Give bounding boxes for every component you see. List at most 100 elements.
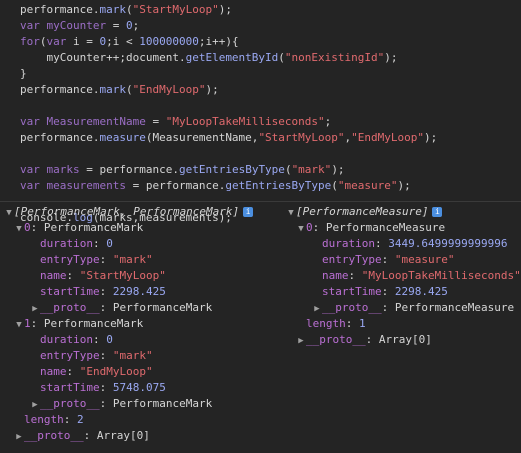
tree-text: name — [322, 269, 349, 282]
mark-1-starttime: startTime: 5748.075 — [0, 380, 282, 396]
triangle-down-icon[interactable]: ▼ — [4, 205, 14, 220]
tree-text: name — [40, 365, 67, 378]
code-token: ); — [218, 3, 232, 16]
tree-text: __proto__ — [322, 301, 382, 314]
tree-text: "mark" — [112, 349, 153, 362]
triangle-right-icon[interactable]: ▶ — [296, 333, 306, 348]
tree-text: 2298.425 — [394, 285, 448, 298]
measurements-proto[interactable]: ▶ __proto__: Array[0] — [282, 332, 521, 348]
triangle-right-icon[interactable]: ▶ — [30, 301, 40, 316]
marks-log-output: ▼ [PerformanceMark, PerformanceMark] i ▼ 0: … — [0, 204, 282, 444]
mark-0-proto[interactable]: ▶ __proto__: PerformanceMark — [0, 300, 282, 316]
measurements-log-output: ▼ [PerformanceMeasure] i ▼ 0: PerformanceMea… — [282, 204, 521, 348]
code-token: performance. — [20, 3, 100, 16]
tree-text: : — [99, 285, 113, 298]
tree-text: "mark" — [112, 253, 153, 266]
triangle-right-icon[interactable]: ▶ — [312, 301, 322, 316]
tree-text: length — [306, 317, 346, 330]
marks-proto[interactable]: ▶ __proto__: Array[0] — [0, 428, 282, 444]
measure-0-entrytype: entryType: "measure" — [282, 252, 521, 268]
triangle-down-icon[interactable]: ▼ — [14, 317, 24, 332]
code-token: "mark" — [291, 163, 332, 176]
code-token: getEntriesByType — [178, 163, 285, 176]
tree-text: name — [40, 269, 67, 282]
tree-text: : PerformanceMark — [30, 221, 144, 234]
code-line: var measurements = performance.getEntrie… — [20, 178, 521, 194]
triangle-right-icon[interactable]: ▶ — [30, 397, 40, 412]
code-token: "EndMyLoop" — [132, 83, 206, 96]
tree-text: 3449.6499999999996 — [388, 237, 508, 250]
code-token: var — [20, 19, 47, 32]
code-token: performance. — [20, 131, 100, 144]
mark-1-proto[interactable]: ▶ __proto__: PerformanceMark — [0, 396, 282, 412]
tree-text: duration — [40, 333, 93, 346]
tree-text: "StartMyLoop" — [79, 269, 166, 282]
code-token: getEntriesByType — [225, 179, 332, 192]
code-token: myCounter — [46, 19, 107, 32]
triangle-right-icon[interactable]: ▶ — [14, 429, 24, 444]
tree-text: 1 — [24, 317, 31, 330]
measure-0-node[interactable]: ▼ 0: PerformanceMeasure — [282, 220, 521, 236]
tree-text: "MyLoopTakeMilliseconds" — [361, 269, 521, 282]
triangle-down-icon[interactable]: ▼ — [286, 205, 296, 220]
tree-text: __proto__ — [40, 301, 100, 314]
mark-0-node[interactable]: ▼ 0: PerformanceMark — [0, 220, 282, 236]
mark-0-entrytype: entryType: "mark" — [0, 252, 282, 268]
tree-text: entryType — [40, 349, 100, 362]
code-token: var — [20, 179, 47, 192]
code-token: "StartMyLoop" — [132, 3, 219, 16]
measurements-array-header[interactable]: ▼ [PerformanceMeasure] i — [282, 204, 521, 220]
tree-text: : — [63, 413, 77, 426]
triangle-down-icon[interactable]: ▼ — [296, 221, 306, 236]
tree-text: 5748.075 — [112, 381, 166, 394]
tree-text: : — [66, 269, 80, 282]
devtools-console: performance.mark("StartMyLoop"); var myCo… — [0, 0, 521, 453]
mark-1-entrytype: entryType: "mark" — [0, 348, 282, 364]
code-token: ; — [132, 19, 140, 32]
code-input-echo: performance.mark("StartMyLoop"); var myCo… — [0, 0, 521, 224]
code-line: var MeasurementName = "MyLoopTakeMillise… — [20, 114, 521, 130]
code-token: = — [106, 19, 126, 32]
info-icon[interactable]: i — [243, 207, 254, 217]
code-line: performance.mark("EndMyLoop"); — [20, 82, 521, 98]
tree-text: __proto__ — [40, 397, 100, 410]
tree-text: [PerformanceMark, PerformanceMark] — [14, 205, 240, 218]
code-token: "MyLoopTakeMilliseconds" — [165, 115, 325, 128]
info-icon[interactable]: i — [432, 207, 443, 217]
triangle-down-icon[interactable]: ▼ — [14, 221, 24, 236]
tree-text: : Array[0] — [365, 333, 432, 346]
code-line: for(var i = 0;i < 100000000;i++){ — [20, 34, 521, 50]
tree-text: : PerformanceMeasure — [381, 301, 515, 314]
code-token: var — [20, 115, 47, 128]
tree-text: : — [66, 365, 80, 378]
tree-text: 0 — [306, 221, 313, 234]
tree-text: : — [345, 317, 359, 330]
code-line: performance.measure(MeasurementName,"Sta… — [20, 130, 521, 146]
code-token: for — [20, 35, 40, 48]
code-line: var marks = performance.getEntriesByType… — [20, 162, 521, 178]
divider — [0, 201, 521, 202]
tree-text: startTime — [322, 285, 382, 298]
code-token: getElementById — [185, 51, 279, 64]
code-token: marks — [46, 163, 80, 176]
marks-array-header[interactable]: ▼ [PerformanceMark, PerformanceMark] i — [0, 204, 282, 220]
tree-text: : PerformanceMark — [99, 397, 213, 410]
tree-text: 2298.425 — [112, 285, 166, 298]
code-token: ;i++){ — [198, 35, 239, 48]
code-token: "EndMyLoop" — [351, 131, 425, 144]
code-token: measurements — [46, 179, 126, 192]
tree-text: 0 — [106, 237, 113, 250]
tree-text: : — [381, 253, 395, 266]
mark-1-duration: duration: 0 — [0, 332, 282, 348]
code-token: var — [46, 35, 73, 48]
code-token: ( — [278, 51, 285, 64]
tree-text: : — [99, 381, 113, 394]
measure-0-proto[interactable]: ▶ __proto__: PerformanceMeasure — [282, 300, 521, 316]
mark-1-node[interactable]: ▼ 1: PerformanceMark — [0, 316, 282, 332]
tree-text: : — [348, 269, 362, 282]
code-token: ); — [205, 83, 219, 96]
measurements-length: length: 1 — [282, 316, 521, 332]
code-token: MeasurementName — [46, 115, 146, 128]
measure-0-starttime: startTime: 2298.425 — [282, 284, 521, 300]
tree-text: length — [24, 413, 64, 426]
